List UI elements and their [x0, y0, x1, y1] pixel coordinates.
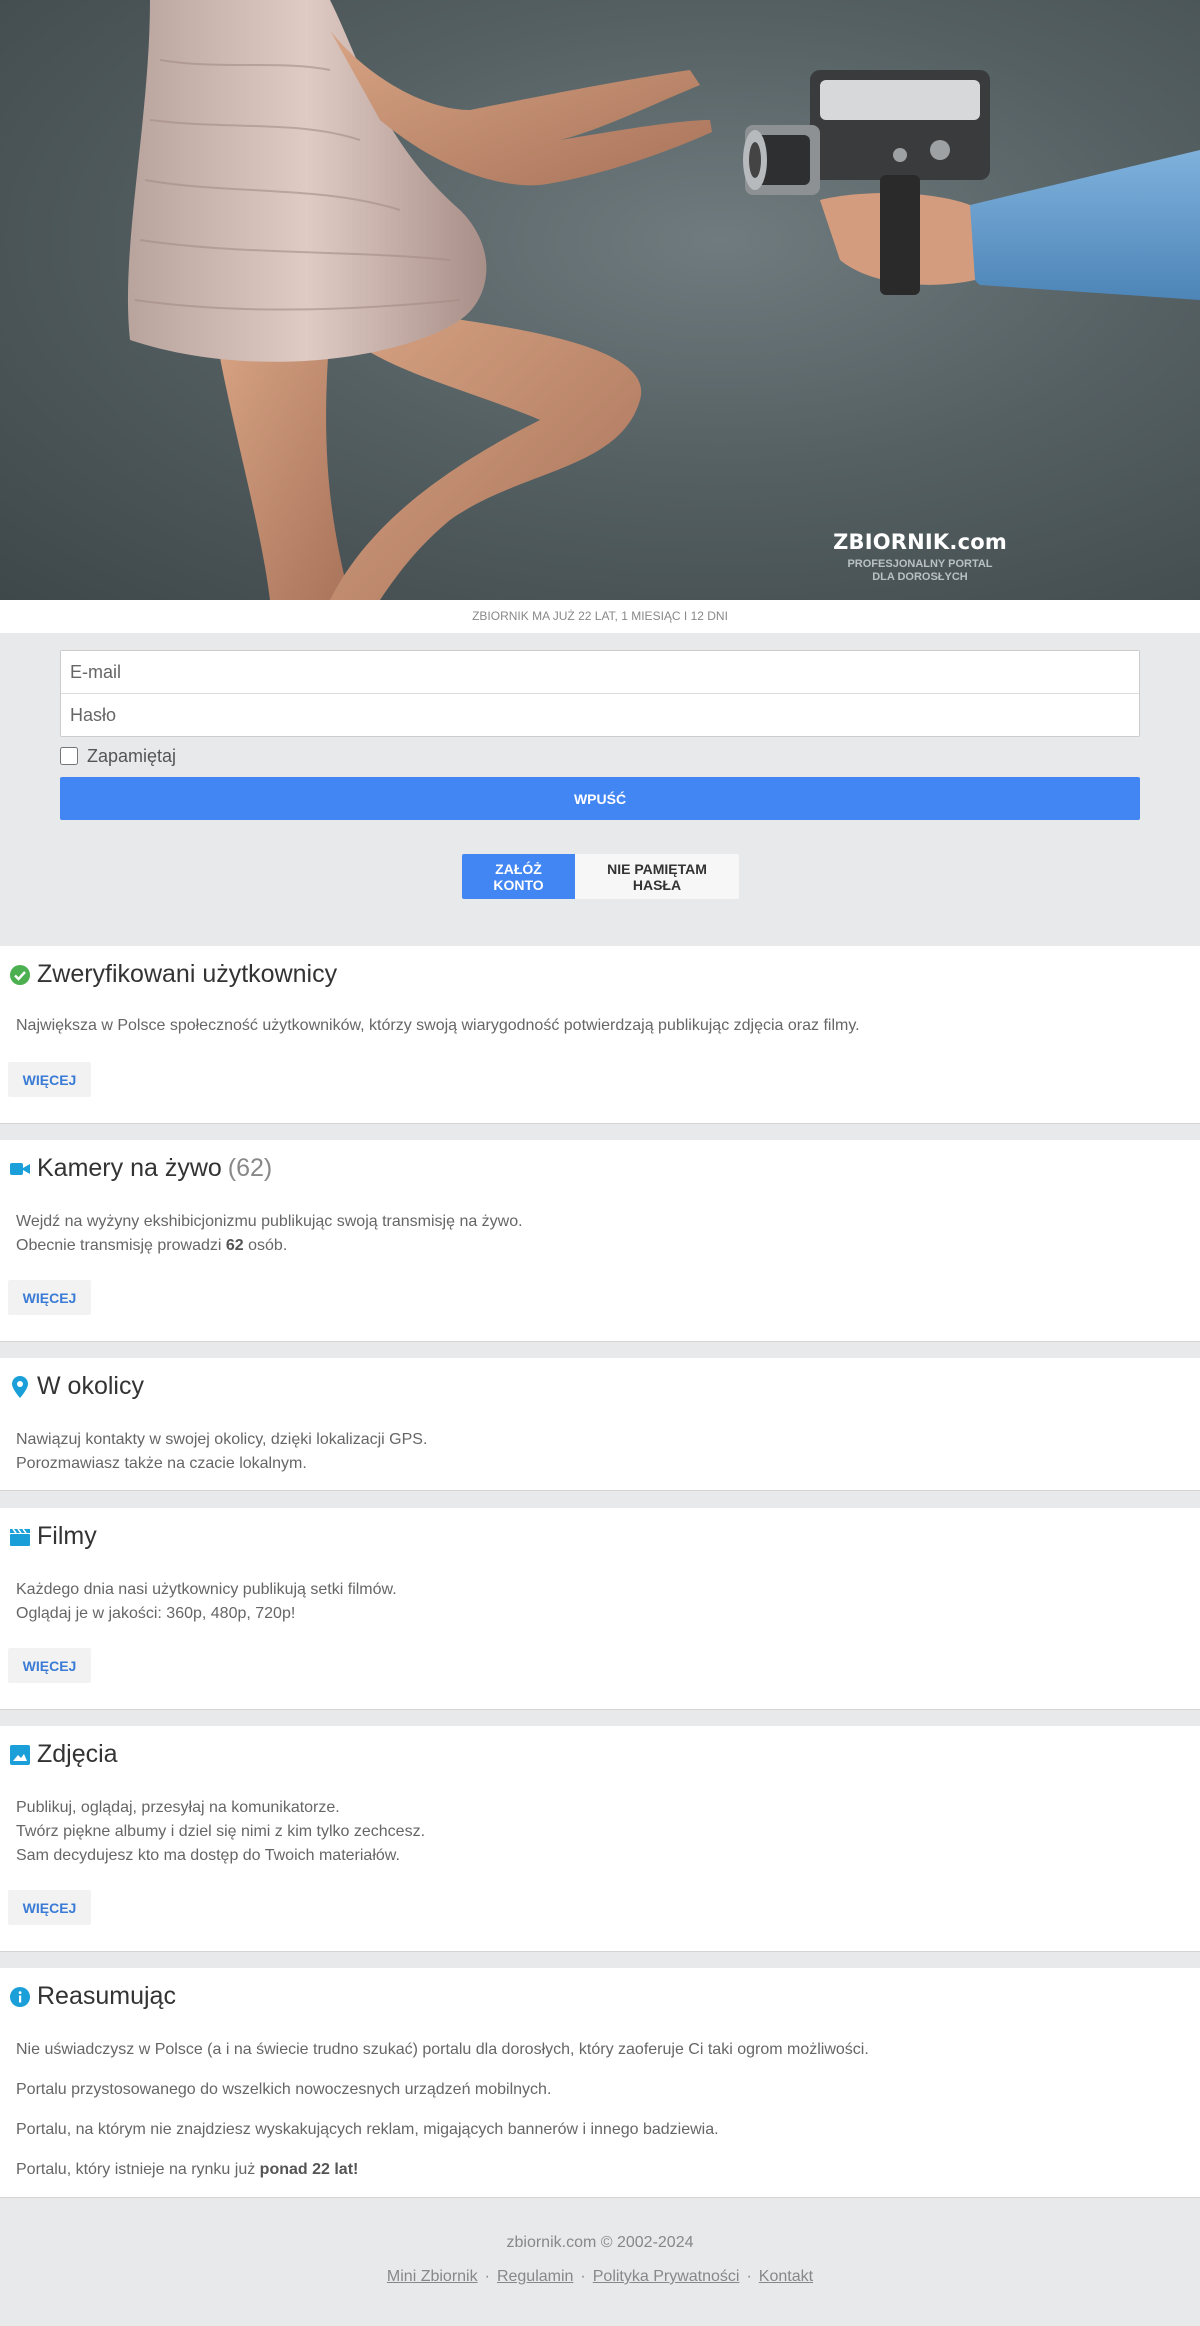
brand-logo: ZBIORNIK.com PROFESJONALNY PORTAL DLA DO… — [820, 530, 1020, 584]
footer-separator: · — [484, 2268, 490, 2285]
brand-tagline-2: DLA DOROSŁYCH — [872, 571, 968, 583]
remember-label: Zapamiętaj — [87, 745, 177, 766]
section-text-line: Nie uświadczysz w Polsce (a i na świecie… — [16, 2041, 869, 2058]
section-title: W okolicy — [37, 1372, 144, 1400]
remember-checkbox[interactable] — [60, 747, 78, 765]
footer-separator: · — [746, 2268, 752, 2285]
section-text-line: Portalu, który istnieje na rynku już pon… — [16, 2158, 869, 2198]
login-button[interactable]: WPUŚĆ — [60, 777, 1140, 820]
section-title: Filmy — [37, 1522, 97, 1550]
footer: zbiornik.com © 2002-2024 Mini Zbiornik · R… — [0, 2198, 1200, 2286]
section-text-line: Twórz piękne albumy i dziel się nimi z k… — [16, 1823, 426, 1840]
text-prefix: Obecnie transmisję prowadzi — [16, 1237, 222, 1254]
image-icon — [9, 1744, 31, 1766]
section-title: Zweryfikowani użytkownicy — [37, 960, 338, 988]
account-buttons: ZAŁÓŻ KONTO NIE PAMIĘTAM HASŁA — [462, 854, 739, 899]
password-field[interactable] — [61, 694, 1139, 736]
section-verified: Zweryfikowani użytkownicy Największa w P… — [0, 946, 1200, 1124]
section-text-line: Wejdź na wyżyny ekshibicjonizmu publikuj… — [16, 1213, 523, 1230]
live-count: (62) — [227, 1154, 273, 1182]
footer-link-contact[interactable]: Kontakt — [759, 2268, 813, 2285]
footer-links: Mini Zbiornik · Regulamin · Polityka Prywatn… — [0, 2268, 1200, 2286]
section-text-line: Portalu, na którym nie znajdziesz wyskak… — [16, 2121, 719, 2138]
forgot-password-button[interactable]: NIE PAMIĘTAM HASŁA — [575, 854, 739, 899]
section-text-line: Publikuj, oglądaj, przesyłaj na komunika… — [16, 1799, 340, 1816]
section-text-line: Oglądaj je w jakości: 360p, 480p, 720p! — [16, 1605, 296, 1622]
section-description: Każdego dnia nasi użytkownicy publikują … — [16, 1578, 397, 1626]
section-description: Publikuj, oglądaj, przesyłaj na komunika… — [16, 1796, 425, 1868]
section-description: Nie uświadczysz w Polsce (a i na świecie… — [16, 2038, 869, 2198]
section-summary: Reasumując Nie uświadczysz w Polsce (a i… — [0, 1968, 1200, 2198]
more-button-photos[interactable]: WIĘCEJ — [8, 1890, 91, 1925]
section-text-line: Porozmawiasz także na czacie lokalnym. — [16, 1455, 307, 1472]
section-title: Kamery na żywo — [37, 1154, 222, 1182]
years-emphasis: ponad 22 lat! — [259, 2161, 359, 2178]
copyright-text: zbiornik.com © 2002-2024 — [506, 2234, 694, 2251]
section-text-line: Sam decydujesz kto ma dostęp do Twoich m… — [16, 1847, 400, 1864]
register-button[interactable]: ZAŁÓŻ KONTO — [462, 854, 575, 899]
section-photos: Zdjęcia Publikuj, oglądaj, przesyłaj na … — [0, 1726, 1200, 1952]
section-nearby: W okolicy Nawiązuj kontakty w swojej oko… — [0, 1358, 1200, 1491]
section-description: Nawiązuj kontakty w swojej okolicy, dzię… — [16, 1428, 427, 1476]
section-films: Filmy Każdego dnia nasi użytkownicy publ… — [0, 1508, 1200, 1710]
section-text-line: Portalu przystosowanego do wszelkich now… — [16, 2081, 552, 2098]
video-camera-icon — [9, 1158, 31, 1180]
site-age-text: ZBIORNIK MA JUŻ 22 LAT, 1 MIESIĄC I 12 D… — [0, 600, 1200, 633]
email-field[interactable] — [61, 651, 1139, 693]
login-inputs — [60, 650, 1140, 737]
section-text-line: Każdego dnia nasi użytkownicy publikują … — [16, 1581, 397, 1598]
hero-image — [127, 0, 1200, 600]
section-header: W okolicy — [9, 1372, 144, 1401]
clapperboard-icon — [9, 1526, 31, 1548]
login-form: Zapamiętaj WPUŚĆ — [60, 650, 1140, 820]
remember-me[interactable]: Zapamiętaj — [60, 745, 1140, 767]
broadcast-count: 62 — [225, 1237, 244, 1254]
more-button-films[interactable]: WIĘCEJ — [8, 1648, 91, 1683]
map-pin-icon — [9, 1375, 31, 1398]
footer-separator: · — [580, 2268, 586, 2285]
footer-link-mini[interactable]: Mini Zbiornik — [387, 2268, 478, 2285]
section-description: Największa w Polsce społeczność użytkown… — [16, 1014, 860, 1038]
text-prefix: Portalu, który istnieje na rynku już — [16, 2161, 256, 2178]
info-circle-icon — [9, 1986, 31, 2008]
text-suffix: osób. — [248, 1237, 288, 1254]
section-description: Wejdź na wyżyny ekshibicjonizmu publikuj… — [16, 1210, 523, 1258]
hero-banner: ZBIORNIK.com PROFESJONALNY PORTAL DLA DO… — [0, 0, 1200, 600]
section-header: Zdjęcia — [9, 1740, 118, 1769]
more-button-verified[interactable]: WIĘCEJ — [8, 1062, 91, 1097]
footer-link-privacy[interactable]: Polityka Prywatności — [593, 2268, 740, 2285]
section-text-line: Obecnie transmisję prowadzi 62 osób. — [16, 1234, 523, 1258]
section-text-line: Największa w Polsce społeczność użytkown… — [16, 1017, 860, 1034]
more-button-cams[interactable]: WIĘCEJ — [8, 1280, 91, 1315]
section-cams: Kamery na żywo (62) Wejdź na wyżyny eksh… — [0, 1140, 1200, 1342]
section-header: Zweryfikowani użytkownicy — [9, 960, 337, 989]
section-text-line: Nawiązuj kontakty w swojej okolicy, dzię… — [16, 1431, 428, 1448]
section-header: Kamery na żywo (62) — [9, 1154, 272, 1183]
section-title: Zdjęcia — [37, 1740, 118, 1768]
footer-link-terms[interactable]: Regulamin — [497, 2268, 573, 2285]
section-title: Reasumując — [37, 1982, 176, 2010]
section-header: Filmy — [9, 1522, 97, 1551]
brand-tagline-1: PROFESJONALNY PORTAL — [847, 558, 993, 570]
brand-name: ZBIORNIK.com — [833, 530, 1007, 554]
check-circle-icon — [9, 964, 31, 986]
section-header: Reasumując — [9, 1982, 176, 2011]
